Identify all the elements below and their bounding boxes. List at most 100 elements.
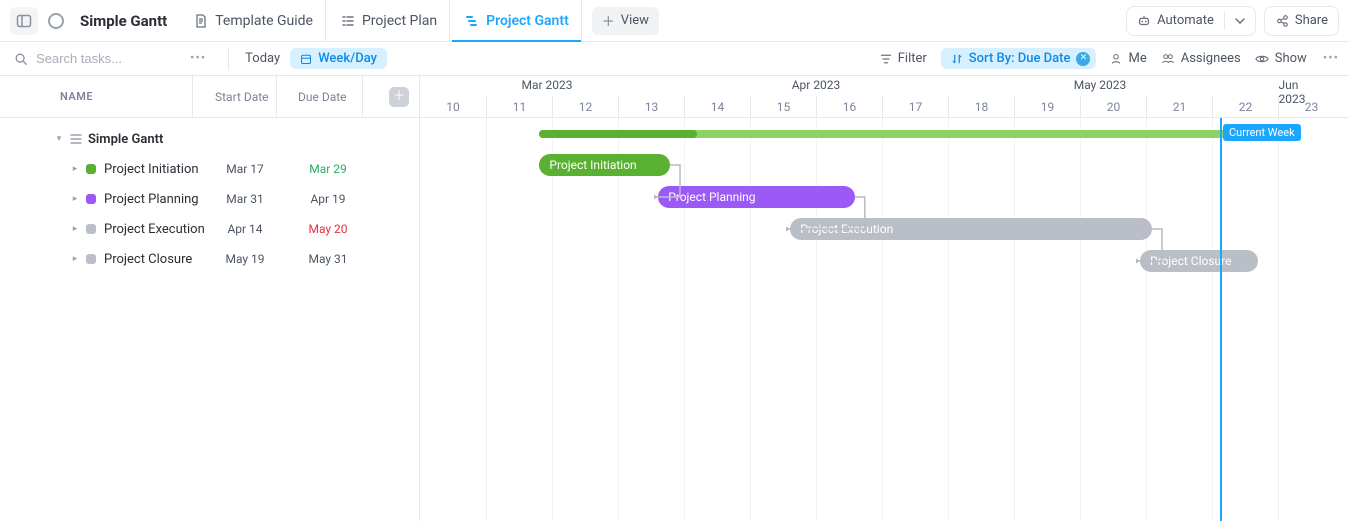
gridline bbox=[552, 118, 553, 521]
chevron-right-icon[interactable]: ▸ bbox=[70, 164, 80, 174]
today-button[interactable]: Today bbox=[239, 51, 286, 66]
column-due[interactable]: Due Date bbox=[298, 90, 347, 104]
column-separator bbox=[192, 76, 193, 117]
task-start: Apr 14 bbox=[215, 222, 275, 236]
task-group-row[interactable]: ▾ Simple Gantt bbox=[0, 124, 419, 154]
task-due: May 31 bbox=[298, 252, 358, 266]
toggle-sidebar-button[interactable] bbox=[10, 7, 38, 35]
timeline-body: Project Initiation Project Planning Projec… bbox=[420, 118, 1349, 521]
task-name: Project Initiation bbox=[104, 162, 199, 177]
person-icon bbox=[1110, 53, 1122, 65]
week-cell: 13 bbox=[618, 96, 684, 117]
week-cell: 20 bbox=[1080, 96, 1146, 117]
column-separator bbox=[362, 76, 363, 117]
gridline bbox=[684, 118, 685, 521]
circle-icon bbox=[48, 13, 64, 29]
granularity-label: Week/Day bbox=[318, 51, 377, 66]
sort-chip[interactable]: Sort By: Due Date ✕ bbox=[941, 48, 1097, 69]
granularity-button[interactable]: Week/Day bbox=[290, 48, 387, 69]
task-due: Mar 29 bbox=[298, 162, 358, 176]
chevron-right-icon[interactable]: ▸ bbox=[70, 194, 80, 204]
task-row[interactable]: ▸ Project Planning Mar 31 Apr 19 bbox=[0, 184, 419, 214]
column-separator bbox=[276, 76, 277, 117]
week-cell: 17 bbox=[882, 96, 948, 117]
week-cell: 23 bbox=[1278, 96, 1344, 117]
gantt-bar[interactable]: Project Planning bbox=[658, 186, 855, 208]
share-button[interactable]: Share bbox=[1264, 6, 1339, 36]
summary-progress bbox=[539, 130, 697, 138]
status-dot bbox=[86, 224, 96, 234]
automate-label: Automate bbox=[1157, 13, 1214, 28]
sort-prefix: Sort By: bbox=[969, 51, 1015, 66]
more-search-options[interactable]: ••• bbox=[190, 51, 206, 66]
chevron-down-icon[interactable]: ▾ bbox=[54, 134, 64, 144]
me-button[interactable]: Me bbox=[1110, 51, 1146, 66]
search-icon bbox=[14, 52, 28, 66]
assignees-button[interactable]: Assignees bbox=[1161, 51, 1241, 66]
automate-button[interactable]: Automate bbox=[1126, 6, 1256, 36]
columns-header: NAME Start Date Due Date ＋ bbox=[0, 76, 419, 118]
tab-project-plan[interactable]: Project Plan bbox=[328, 0, 450, 41]
task-name: Project Planning bbox=[104, 192, 199, 207]
filter-button[interactable]: Filter bbox=[880, 51, 927, 66]
separator bbox=[228, 48, 229, 70]
search-box[interactable] bbox=[10, 50, 178, 67]
gridline bbox=[750, 118, 751, 521]
show-button[interactable]: Show bbox=[1255, 51, 1307, 66]
gantt-bar[interactable]: Project Execution bbox=[790, 218, 1152, 240]
top-bar: Simple Gantt Template Guide Project Plan… bbox=[0, 0, 1349, 42]
automate-dropdown[interactable] bbox=[1225, 7, 1255, 35]
tab-project-gantt[interactable]: Project Gantt bbox=[452, 0, 582, 41]
summary-bar[interactable] bbox=[539, 130, 1257, 138]
gantt-bar[interactable]: Project Initiation bbox=[539, 154, 670, 176]
chevron-right-icon[interactable]: ▸ bbox=[70, 254, 80, 264]
calendar-icon bbox=[300, 53, 312, 65]
search-input[interactable] bbox=[34, 50, 174, 67]
assignees-label: Assignees bbox=[1181, 51, 1241, 66]
list-view-icon bbox=[340, 13, 356, 29]
more-actions-icon[interactable]: ••• bbox=[1323, 51, 1339, 66]
week-cell: 11 bbox=[486, 96, 552, 117]
tab-template-guide[interactable]: Template Guide bbox=[181, 0, 326, 41]
group-name: Simple Gantt bbox=[88, 132, 163, 147]
week-cell: 21 bbox=[1146, 96, 1212, 117]
week-cell: 15 bbox=[750, 96, 816, 117]
add-column-button[interactable]: ＋ bbox=[389, 87, 409, 107]
task-due: Apr 19 bbox=[298, 192, 358, 206]
gantt-view-icon bbox=[464, 13, 480, 29]
gantt-timeline[interactable]: Mar 2023Apr 2023May 2023Jun 2023 1011121… bbox=[420, 76, 1349, 521]
toolbar: ••• Today Week/Day Filter Sort By: Due D… bbox=[0, 42, 1349, 76]
plus-icon: ＋ bbox=[602, 11, 615, 30]
people-icon bbox=[1161, 53, 1175, 65]
page-title: Simple Gantt bbox=[80, 12, 167, 30]
tab-label: Project Gantt bbox=[486, 13, 569, 29]
task-row[interactable]: ▸ Project Closure May 19 May 31 bbox=[0, 244, 419, 274]
month-labels: Mar 2023Apr 2023May 2023Jun 2023 bbox=[420, 78, 1349, 96]
timeline-header: Mar 2023Apr 2023May 2023Jun 2023 1011121… bbox=[420, 76, 1349, 118]
filter-label: Filter bbox=[898, 51, 927, 66]
gridline bbox=[1080, 118, 1081, 521]
column-start[interactable]: Start Date bbox=[215, 90, 269, 104]
task-row[interactable]: ▸ Project Execution Apr 14 May 20 bbox=[0, 214, 419, 244]
week-cells: 1011121314151617181920212223 bbox=[420, 96, 1349, 117]
clear-sort-button[interactable]: ✕ bbox=[1076, 52, 1090, 66]
chevron-right-icon[interactable]: ▸ bbox=[70, 224, 80, 234]
current-week-line bbox=[1220, 118, 1222, 521]
gridline bbox=[948, 118, 949, 521]
robot-icon bbox=[1137, 14, 1151, 28]
sort-icon bbox=[951, 53, 963, 65]
gridline bbox=[816, 118, 817, 521]
gridline bbox=[882, 118, 883, 521]
week-cell: 16 bbox=[816, 96, 882, 117]
status-dot bbox=[86, 194, 96, 204]
week-cell: 19 bbox=[1014, 96, 1080, 117]
task-row[interactable]: ▸ Project Initiation Mar 17 Mar 29 bbox=[0, 154, 419, 184]
list-icon bbox=[70, 133, 82, 145]
add-view-button[interactable]: ＋ View bbox=[592, 7, 659, 35]
list-status-icon[interactable] bbox=[42, 7, 70, 35]
column-name: NAME bbox=[60, 90, 93, 103]
week-cell: 22 bbox=[1212, 96, 1278, 117]
task-start: Mar 31 bbox=[215, 192, 275, 206]
gantt-bar[interactable]: Project Closure bbox=[1140, 250, 1258, 272]
share-icon bbox=[1275, 14, 1289, 28]
